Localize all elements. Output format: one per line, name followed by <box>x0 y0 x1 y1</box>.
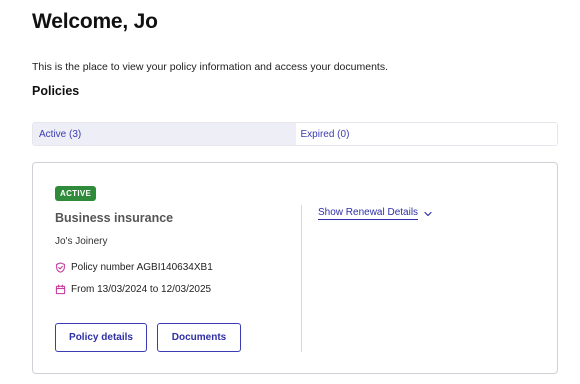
show-renewal-details-link[interactable]: Show Renewal Details <box>318 207 433 220</box>
chevron-down-icon <box>423 209 433 219</box>
shield-check-icon <box>55 262 66 273</box>
tab-active-label: Active (3) <box>39 128 82 140</box>
documents-button[interactable]: Documents <box>157 323 241 352</box>
policy-number-row: Policy number AGBI140634XB1 <box>55 262 213 273</box>
policy-period-row: From 13/03/2024 to 12/03/2025 <box>55 284 211 295</box>
policy-card: ACTIVE Business insurance Jo's Joinery P… <box>32 162 558 374</box>
tab-active[interactable]: Active (3) <box>33 123 296 145</box>
tab-expired[interactable]: Expired (0) <box>295 123 557 145</box>
product-name: Business insurance <box>55 211 174 225</box>
card-divider <box>301 205 302 352</box>
page-title: Welcome, Jo <box>32 10 158 33</box>
policy-period: From 13/03/2024 to 12/03/2025 <box>71 284 212 295</box>
renewal-link-label: Show Renewal Details <box>318 207 419 220</box>
business-name: Jo's Joinery <box>55 236 108 247</box>
intro-text: This is the place to view your policy in… <box>32 61 389 73</box>
policy-number: Policy number AGBI140634XB1 <box>71 262 213 273</box>
status-badge: ACTIVE <box>55 186 97 201</box>
calendar-icon <box>55 284 66 295</box>
policies-heading: Policies <box>32 84 80 98</box>
policy-tabs: Active (3) Expired (0) <box>32 122 558 146</box>
policy-details-button[interactable]: Policy details <box>55 323 147 352</box>
tab-expired-label: Expired (0) <box>300 128 350 140</box>
